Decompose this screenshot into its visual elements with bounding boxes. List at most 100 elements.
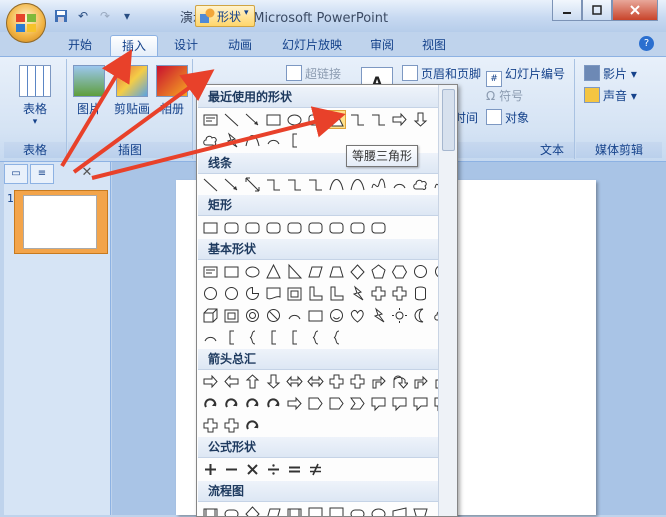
rtri-shape-icon[interactable] [285,262,304,281]
tab-design[interactable]: 设计 [164,35,208,56]
no-shape-icon[interactable] [264,306,283,325]
rrect-shape-icon[interactable] [243,218,262,237]
curve-shape-icon[interactable] [243,131,262,150]
para-shape-icon[interactable] [264,504,283,516]
trapd-shape-icon[interactable] [411,504,430,516]
brace-shape-icon[interactable] [306,328,325,347]
docu-shape-icon[interactable] [327,504,346,516]
lra-shape-icon[interactable] [285,372,304,391]
proc-shape-icon[interactable] [285,504,304,516]
lra-shape-icon[interactable] [306,372,325,391]
bent-shape-icon[interactable] [411,372,430,391]
neq-shape-icon[interactable] [306,460,325,479]
ra-shape-icon[interactable] [390,110,409,129]
cloud-shape-icon[interactable] [411,175,430,194]
line-shape-icon[interactable] [201,175,220,194]
dline-shape-icon[interactable] [243,175,262,194]
term-shape-icon[interactable] [222,504,241,516]
curve-shape-icon[interactable] [327,175,346,194]
arc-shape-icon[interactable] [201,328,220,347]
frame-shape-icon[interactable] [285,284,304,303]
tab-view[interactable]: 视图 [412,35,456,56]
proc-shape-icon[interactable] [201,504,220,516]
bracket-shape-icon[interactable] [285,131,304,150]
circ-shape-icon[interactable] [222,284,241,303]
outline-tab-icon[interactable]: ≡ [30,164,54,184]
rrect-shape-icon[interactable] [285,218,304,237]
arc-shape-icon[interactable] [264,131,283,150]
pentarr-shape-icon[interactable] [306,394,325,413]
can-shape-icon[interactable] [411,284,430,303]
hyperlink-button[interactable]: 超链接 [286,65,341,83]
docu-shape-icon[interactable] [306,504,325,516]
ra-shape-icon[interactable] [201,372,220,391]
album-button[interactable]: 相册 [154,65,190,117]
arc-shape-icon[interactable] [390,175,409,194]
lightning-shape-icon[interactable] [348,284,367,303]
sound-button[interactable]: 声音 ▾ [584,87,637,105]
bent-shape-icon[interactable] [369,372,388,391]
term-shape-icon[interactable] [348,504,367,516]
close-panel-icon[interactable]: ✕ [76,164,98,182]
uturn-shape-icon[interactable] [390,372,409,391]
ra-shape-icon[interactable] [285,394,304,413]
help-icon[interactable]: ? [639,36,654,51]
ua-shape-icon[interactable] [243,372,262,391]
frame-shape-icon[interactable] [222,306,241,325]
callout-shape-icon[interactable] [411,394,430,413]
circarr-shape-icon[interactable] [264,394,283,413]
rect-shape-icon[interactable] [264,110,283,129]
minus-shape-icon[interactable] [222,460,241,479]
bracket-shape-icon[interactable] [222,328,241,347]
heart-shape-icon[interactable] [348,306,367,325]
minimize-button[interactable] [552,0,582,21]
circ-shape-icon[interactable] [201,284,220,303]
manual-shape-icon[interactable] [390,504,409,516]
redo-icon[interactable]: ↷ [96,7,114,25]
circarr-shape-icon[interactable] [201,394,220,413]
oval-shape-icon[interactable] [285,110,304,129]
cube-shape-icon[interactable] [201,306,220,325]
circ-shape-icon[interactable] [411,262,430,281]
slide-thumbnail[interactable] [14,190,108,254]
customize-icon[interactable]: ▾ [118,7,136,25]
tri-shape-icon[interactable] [264,262,283,281]
tab-review[interactable]: 审阅 [360,35,404,56]
rrect-shape-icon[interactable] [306,110,325,129]
scrib-shape-icon[interactable] [369,175,388,194]
rrect-shape-icon[interactable] [222,218,241,237]
moon-shape-icon[interactable] [411,306,430,325]
larr-shape-icon[interactable] [243,110,262,129]
elbow-shape-icon[interactable] [369,110,388,129]
cloud-shape-icon[interactable] [201,131,220,150]
rrect-shape-icon[interactable] [327,218,346,237]
smile-shape-icon[interactable] [327,306,346,325]
oval-shape-icon[interactable] [243,262,262,281]
maximize-button[interactable] [582,0,612,21]
gallery-scrollbar[interactable] [438,85,457,516]
bracket-shape-icon[interactable] [264,328,283,347]
hex-shape-icon[interactable] [390,262,409,281]
para-shape-icon[interactable] [306,262,325,281]
lightning-shape-icon[interactable] [369,306,388,325]
office-button[interactable] [6,3,46,43]
undo-icon[interactable]: ↶ [74,7,92,25]
rect-shape-icon[interactable] [222,262,241,281]
larr-shape-icon[interactable] [222,175,241,194]
line-shape-icon[interactable] [222,110,241,129]
tab-animations[interactable]: 动画 [218,35,262,56]
lshape-shape-icon[interactable] [327,284,346,303]
rect-shape-icon[interactable] [201,218,220,237]
slides-tab-icon[interactable]: ▭ [4,164,28,184]
curve-shape-icon[interactable] [348,175,367,194]
isosceles-triangle-shape-icon[interactable] [327,110,346,129]
symbol-button[interactable]: Ω 符号 [486,87,523,105]
rrect-shape-icon[interactable] [369,218,388,237]
oval-shape-icon[interactable] [369,504,388,516]
eq-shape-icon[interactable] [285,460,304,479]
circarr-shape-icon[interactable] [243,416,262,435]
callout-shape-icon[interactable] [369,394,388,413]
elbow-shape-icon[interactable] [348,110,367,129]
times-shape-icon[interactable] [243,460,262,479]
callout-shape-icon[interactable] [390,394,409,413]
